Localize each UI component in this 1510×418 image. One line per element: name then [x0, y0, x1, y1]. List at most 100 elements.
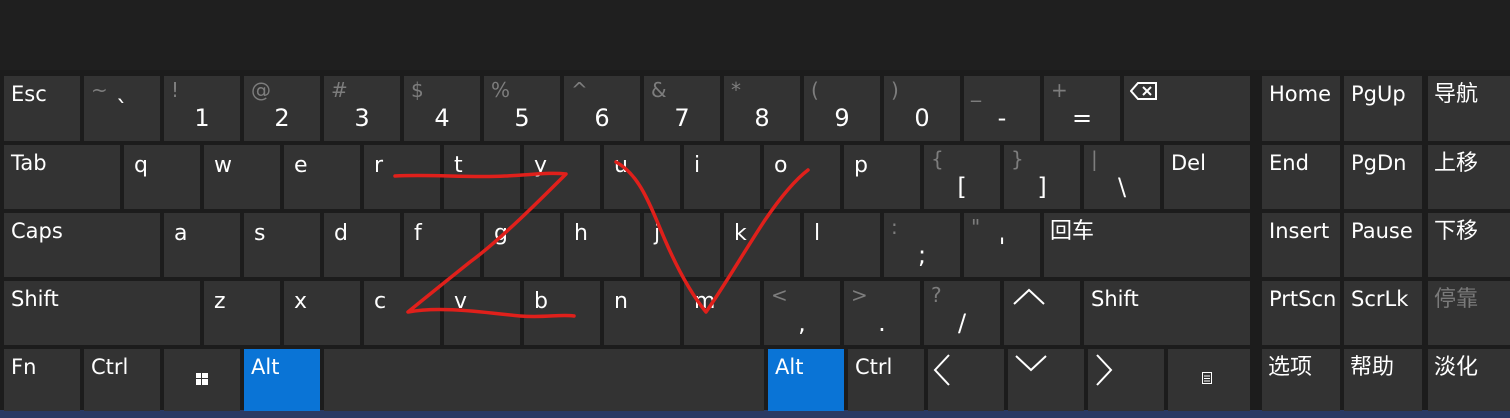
- key-main-label: [: [957, 173, 967, 201]
- key-f[interactable]: f: [404, 213, 480, 277]
- key-main-label: .: [878, 309, 886, 337]
- key-l[interactable]: l: [804, 213, 880, 277]
- key-a[interactable]: a: [164, 213, 240, 277]
- key-windows[interactable]: [164, 349, 240, 411]
- key-3[interactable]: # 3: [324, 76, 400, 141]
- key-dock[interactable]: 停靠: [1428, 281, 1510, 345]
- key-1[interactable]: ! 1: [164, 76, 240, 141]
- key-label: ScrLk: [1351, 287, 1409, 311]
- key-c[interactable]: c: [364, 281, 440, 345]
- key-s[interactable]: s: [244, 213, 320, 277]
- key-label: Esc: [11, 82, 47, 106]
- key-main-label: 4: [434, 104, 450, 132]
- key-x[interactable]: x: [284, 281, 360, 345]
- key-h[interactable]: h: [564, 213, 640, 277]
- key-shift-label: >: [851, 283, 868, 307]
- key-alt-right[interactable]: Alt: [768, 349, 844, 411]
- key-help[interactable]: 帮助: [1344, 349, 1422, 411]
- key-comma[interactable]: < ,: [764, 281, 840, 345]
- key-v[interactable]: v: [444, 281, 520, 345]
- key-fn[interactable]: Fn: [4, 349, 80, 411]
- key-ctrl-right[interactable]: Ctrl: [848, 349, 924, 411]
- key-home[interactable]: Home: [1262, 76, 1340, 141]
- key-alt-left[interactable]: Alt: [244, 349, 320, 411]
- key-label: 回车: [1050, 219, 1095, 244]
- key-end[interactable]: End: [1262, 145, 1340, 209]
- key-del[interactable]: Del: [1164, 145, 1250, 209]
- key-shift-label: ^: [571, 78, 588, 102]
- key-minus[interactable]: _ -: [964, 76, 1040, 141]
- key-fade[interactable]: 淡化: [1428, 349, 1510, 411]
- key-shift-label: ": [971, 215, 981, 239]
- key-options[interactable]: 选项: [1262, 349, 1340, 411]
- key-arrow-left[interactable]: [928, 349, 1004, 411]
- key-label: k: [734, 221, 747, 246]
- key-2[interactable]: @ 2: [244, 76, 320, 141]
- key-k[interactable]: k: [724, 213, 800, 277]
- key-enter[interactable]: 回车: [1044, 213, 1250, 277]
- key-arrow-right[interactable]: [1088, 349, 1164, 411]
- key-backslash[interactable]: | \: [1084, 145, 1160, 209]
- arrow-left-icon: [933, 354, 950, 386]
- key-scrlk[interactable]: ScrLk: [1344, 281, 1422, 345]
- key-period[interactable]: > .: [844, 281, 920, 345]
- key-equals[interactable]: + =: [1044, 76, 1120, 141]
- key-w[interactable]: w: [204, 145, 280, 209]
- key-8[interactable]: * 8: [724, 76, 800, 141]
- key-e[interactable]: e: [284, 145, 360, 209]
- key-quote[interactable]: " ': [964, 213, 1040, 277]
- key-z[interactable]: z: [204, 281, 280, 345]
- key-backtick[interactable]: ~ `: [84, 76, 160, 141]
- key-left-bracket[interactable]: { [: [924, 145, 1000, 209]
- key-pgup[interactable]: PgUp: [1344, 76, 1422, 141]
- key-arrow-up[interactable]: [1004, 281, 1080, 345]
- key-slash[interactable]: ? /: [924, 281, 1000, 345]
- key-j[interactable]: j: [644, 213, 720, 277]
- key-caps[interactable]: Caps: [4, 213, 160, 277]
- key-prtscn[interactable]: PrtScn: [1262, 281, 1340, 345]
- key-7[interactable]: & 7: [644, 76, 720, 141]
- key-shift-label: }: [1011, 147, 1024, 171]
- key-m[interactable]: m: [684, 281, 760, 345]
- key-space[interactable]: [324, 349, 764, 411]
- key-right-bracket[interactable]: } ]: [1004, 145, 1080, 209]
- key-shift-left[interactable]: Shift: [4, 281, 200, 345]
- key-6[interactable]: ^ 6: [564, 76, 640, 141]
- key-i[interactable]: i: [684, 145, 760, 209]
- key-n[interactable]: n: [604, 281, 680, 345]
- key-d[interactable]: d: [324, 213, 400, 277]
- key-y[interactable]: y: [524, 145, 600, 209]
- key-menu[interactable]: [1168, 349, 1250, 411]
- key-4[interactable]: $ 4: [404, 76, 480, 141]
- key-9[interactable]: ( 9: [804, 76, 880, 141]
- key-move-down[interactable]: 下移: [1428, 213, 1510, 277]
- key-u[interactable]: u: [604, 145, 680, 209]
- key-r[interactable]: r: [364, 145, 440, 209]
- key-p[interactable]: p: [844, 145, 920, 209]
- key-t[interactable]: t: [444, 145, 520, 209]
- key-ctrl-left[interactable]: Ctrl: [84, 349, 160, 411]
- key-insert[interactable]: Insert: [1262, 213, 1340, 277]
- key-label: p: [854, 153, 868, 178]
- key-main-label: 3: [354, 104, 370, 132]
- key-tab[interactable]: Tab: [4, 145, 120, 209]
- key-shift-right[interactable]: Shift: [1084, 281, 1250, 345]
- key-shift-label: <: [771, 283, 788, 307]
- key-b[interactable]: b: [524, 281, 600, 345]
- key-label: 选项: [1268, 355, 1313, 380]
- key-q[interactable]: q: [124, 145, 200, 209]
- key-o[interactable]: o: [764, 145, 840, 209]
- key-5[interactable]: % 5: [484, 76, 560, 141]
- key-esc[interactable]: Esc: [4, 76, 80, 141]
- key-0[interactable]: ) 0: [884, 76, 960, 141]
- key-navigate[interactable]: 导航: [1428, 76, 1510, 141]
- key-pgdn[interactable]: PgDn: [1344, 145, 1422, 209]
- key-semicolon[interactable]: : ;: [884, 213, 960, 277]
- key-g[interactable]: g: [484, 213, 560, 277]
- arrow-down-icon: [1015, 355, 1047, 372]
- key-arrow-down[interactable]: [1008, 349, 1084, 411]
- key-pause[interactable]: Pause: [1344, 213, 1422, 277]
- key-label: PgUp: [1351, 82, 1406, 106]
- key-backspace[interactable]: [1124, 76, 1250, 141]
- key-move-up[interactable]: 上移: [1428, 145, 1510, 209]
